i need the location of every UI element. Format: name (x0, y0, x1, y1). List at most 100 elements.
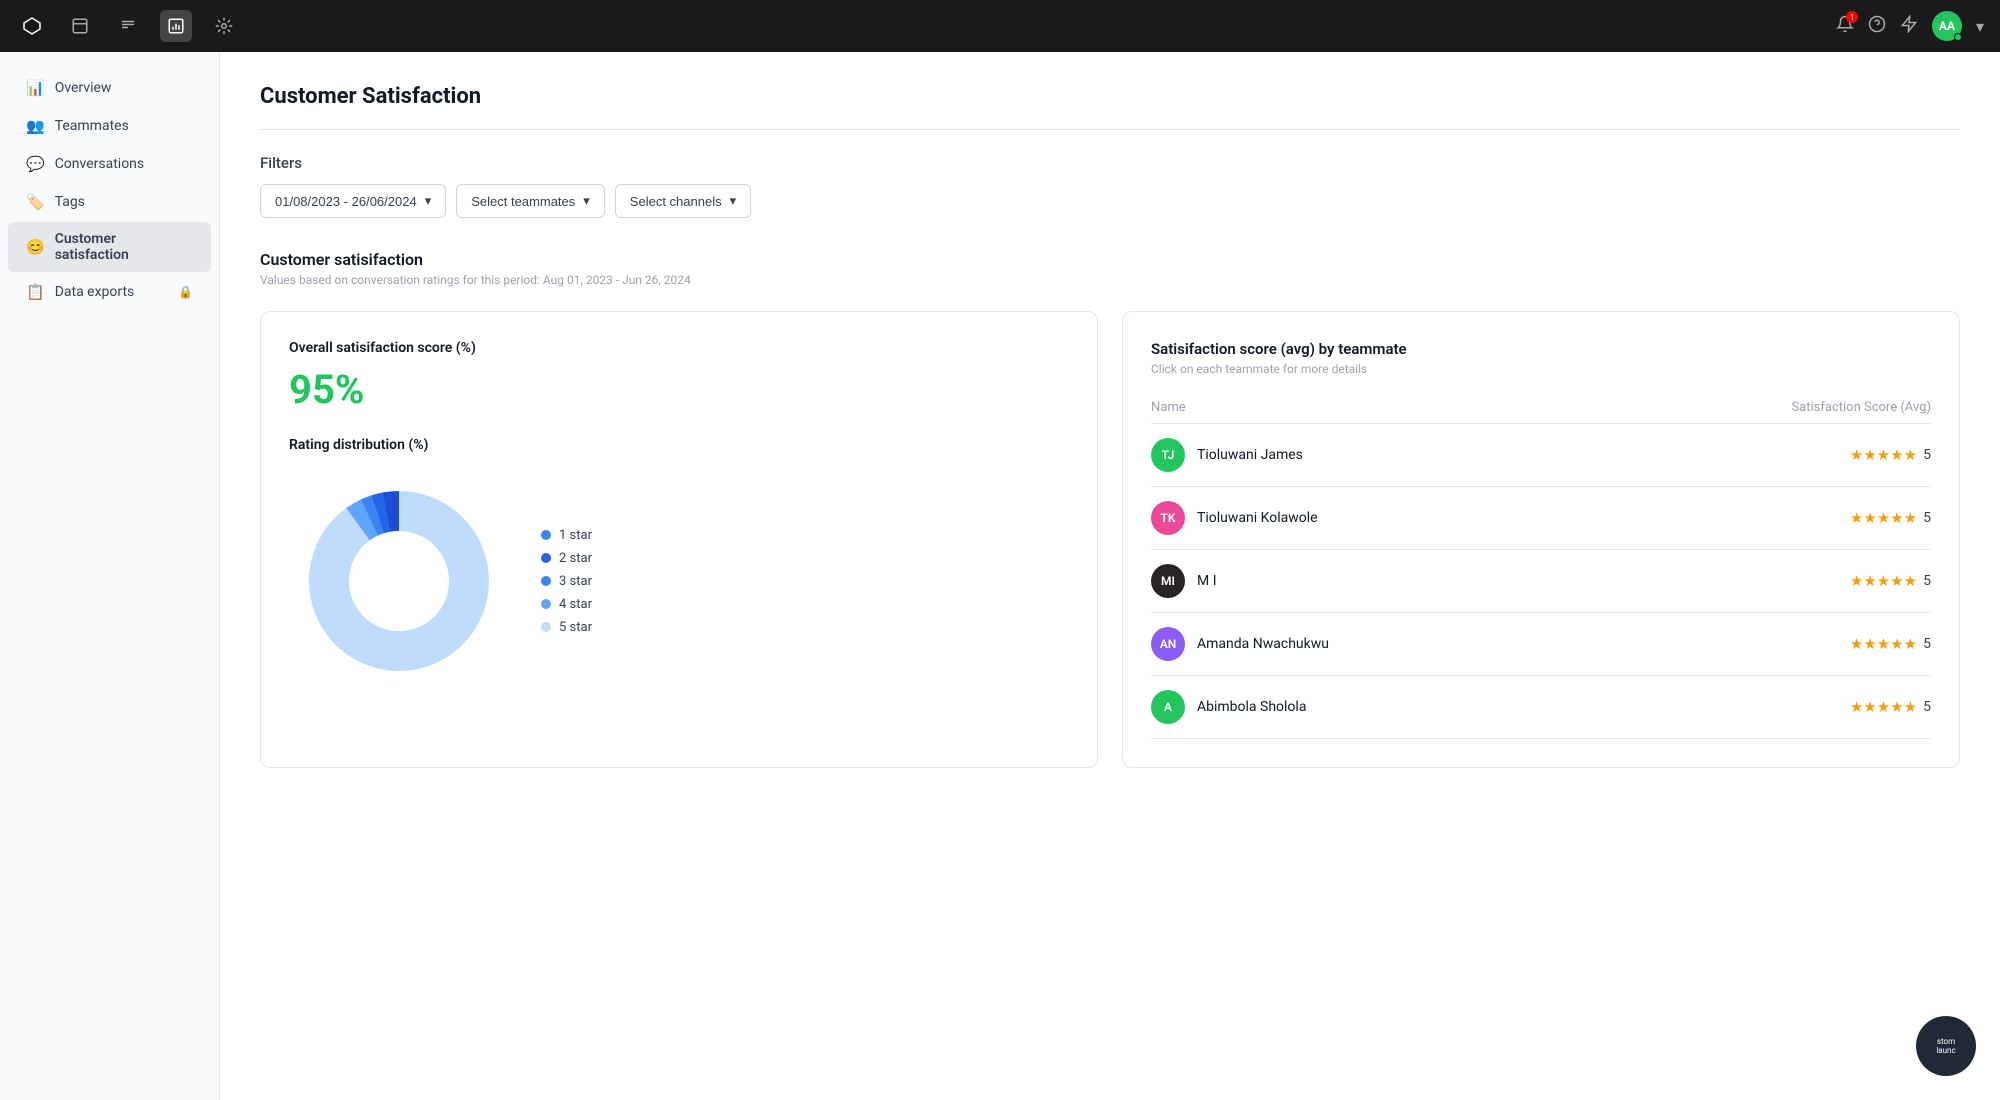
stars-3: ★★★★★ (1850, 635, 1917, 653)
logo-icon[interactable] (16, 10, 48, 42)
right-card-subtitle: Click on each teammate for more details (1151, 362, 1931, 376)
table-row[interactable]: AN Amanda Nwachukwu ★★★★★ 5 (1151, 613, 1931, 676)
chevron-down-icon: ▾ (583, 193, 590, 209)
chevron-down-icon: ▾ (425, 193, 432, 209)
contacts-icon[interactable] (112, 10, 144, 42)
table-row[interactable]: TJ Tioluwani James ★★★★★ 5 (1151, 424, 1931, 487)
teammate-info-2: MI M I (1151, 564, 1588, 598)
top-navigation: 1 AA ▾ (0, 0, 2000, 52)
sidebar-label-customer-satisfaction: Customer satisfaction (55, 231, 193, 263)
chevron-down-icon: ▾ (730, 193, 737, 209)
teammate-name-1: Tioluwani Kolawole (1197, 510, 1318, 526)
right-card: Satisifaction score (avg) by teammate Cl… (1122, 311, 1960, 768)
teammate-avatar-3: AN (1151, 627, 1185, 661)
title-divider (260, 129, 1960, 130)
teammate-avatar-2: MI (1151, 564, 1185, 598)
settings-icon[interactable] (208, 10, 240, 42)
teammate-avatar-1: TK (1151, 501, 1185, 535)
sidebar-label-tags: Tags (55, 194, 85, 210)
teammate-name-4: Abimbola Sholola (1197, 699, 1306, 715)
sidebar-item-data-exports[interactable]: 📋 Data exports 🔒 (8, 274, 211, 310)
lock-icon: 🔒 (178, 285, 193, 299)
teammate-info-4: A Abimbola Sholola (1151, 690, 1588, 724)
score-cell-4: ★★★★★ 5 (1588, 698, 1931, 716)
tags-icon: 🏷️ (26, 193, 45, 211)
customer-satisfaction-icon: 😊 (26, 238, 45, 256)
chart-container: 1 star 2 star 3 star 4 star (289, 471, 1069, 691)
topnav-left (16, 10, 240, 42)
4star-dot (541, 599, 551, 609)
score-num-0: 5 (1923, 447, 1931, 463)
cards-row: Overall satisifaction score (%) 95% Rati… (260, 311, 1960, 768)
sidebar-item-conversations[interactable]: 💬 Conversations (8, 146, 211, 182)
stars-0: ★★★★★ (1850, 446, 1917, 464)
launch-widget[interactable]: stom launc (1916, 1016, 1976, 1076)
help-icon[interactable] (1868, 15, 1886, 37)
page-title: Customer Satisfaction (260, 84, 1960, 109)
filters-label: Filters (260, 154, 1960, 172)
bell-badge: 1 (1846, 11, 1858, 23)
legend-4star: 4 star (541, 597, 592, 612)
left-card: Overall satisifaction score (%) 95% Rati… (260, 311, 1098, 768)
section-subtitle: Values based on conversation ratings for… (260, 273, 1960, 287)
table-row[interactable]: TK Tioluwani Kolawole ★★★★★ 5 (1151, 487, 1931, 550)
score-cell-1: ★★★★★ 5 (1588, 509, 1931, 527)
sidebar-item-overview[interactable]: 📊 Overview (8, 70, 211, 106)
topnav-right: 1 AA ▾ (1836, 11, 1984, 41)
bell-icon[interactable]: 1 (1836, 15, 1854, 37)
donut-hole (349, 531, 449, 631)
teammate-name-0: Tioluwani James (1197, 447, 1303, 463)
sidebar-label-overview: Overview (55, 80, 112, 96)
section-title: Customer satisifaction (260, 250, 1960, 269)
sidebar-item-teammates[interactable]: 👥 Teammates (8, 108, 211, 144)
channels-filter[interactable]: Select channels ▾ (615, 184, 751, 218)
stars-1: ★★★★★ (1850, 509, 1917, 527)
stars-2: ★★★★★ (1850, 572, 1917, 590)
online-indicator (1954, 33, 1962, 41)
conversations-icon: 💬 (26, 155, 45, 173)
teammate-name-2: M I (1197, 573, 1217, 589)
teammate-info-0: TJ Tioluwani James (1151, 438, 1588, 472)
5star-dot (541, 622, 551, 632)
reports-icon[interactable] (160, 10, 192, 42)
inbox-icon[interactable] (64, 10, 96, 42)
sidebar: 📊 Overview 👥 Teammates 💬 Conversations 🏷… (0, 52, 220, 1100)
widget-line1: stom (1937, 1037, 1955, 1046)
teammate-name-3: Amanda Nwachukwu (1197, 636, 1329, 652)
teammate-avatar-4: A (1151, 690, 1185, 724)
right-card-title: Satisifaction score (avg) by teammate (1151, 340, 1931, 358)
3star-dot (541, 576, 551, 586)
score-cell-3: ★★★★★ 5 (1588, 635, 1931, 653)
teammate-avatar-0: TJ (1151, 438, 1185, 472)
legend-3star: 3 star (541, 574, 592, 589)
sidebar-label-teammates: Teammates (55, 118, 129, 134)
col-score: Satisfaction Score (Avg) (1588, 392, 1931, 424)
widget-line2: launc (1936, 1046, 1955, 1055)
filters-row: 01/08/2023 - 26/06/2024 ▾ Select teammat… (260, 184, 1960, 218)
rating-dist-label: Rating distribution (%) (289, 437, 1069, 453)
score-cell-0: ★★★★★ 5 (1588, 446, 1931, 464)
teammate-info-3: AN Amanda Nwachukwu (1151, 627, 1588, 661)
score-num-3: 5 (1923, 636, 1931, 652)
overall-label: Overall satisifaction score (%) (289, 340, 1069, 356)
data-exports-icon: 📋 (26, 283, 45, 301)
score-num-2: 5 (1923, 573, 1931, 589)
sidebar-item-tags[interactable]: 🏷️ Tags (8, 184, 211, 220)
table-row[interactable]: A Abimbola Sholola ★★★★★ 5 (1151, 676, 1931, 739)
chart-legend: 1 star 2 star 3 star 4 star (541, 528, 592, 635)
avatar-chevron[interactable]: ▾ (1976, 17, 1984, 36)
score-cell-2: ★★★★★ 5 (1588, 572, 1931, 590)
sidebar-label-data-exports: Data exports (55, 284, 135, 300)
sidebar-label-conversations: Conversations (55, 156, 144, 172)
table-row[interactable]: MI M I ★★★★★ 5 (1151, 550, 1931, 613)
bolt-icon[interactable] (1900, 15, 1918, 37)
teammates-filter[interactable]: Select teammates ▾ (456, 184, 605, 218)
date-range-filter[interactable]: 01/08/2023 - 26/06/2024 ▾ (260, 184, 446, 218)
donut-chart (289, 471, 509, 691)
teammates-icon: 👥 (26, 117, 45, 135)
overview-icon: 📊 (26, 79, 45, 97)
main-content: Customer Satisfaction Filters 01/08/2023… (220, 52, 2000, 1100)
user-avatar[interactable]: AA (1932, 11, 1962, 41)
2star-dot (541, 553, 551, 563)
sidebar-item-customer-satisfaction[interactable]: 😊 Customer satisfaction (8, 222, 211, 272)
